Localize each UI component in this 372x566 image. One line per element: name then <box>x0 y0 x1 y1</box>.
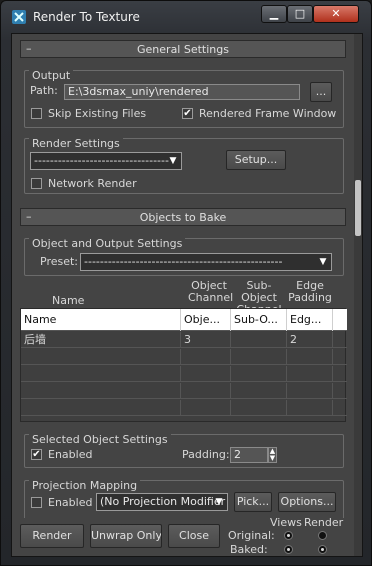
padding-label: Padding: <box>182 448 230 461</box>
row-edge-padding: 2 <box>287 332 333 348</box>
browse-path-button[interactable]: ... <box>310 82 332 102</box>
table-row-empty[interactable] <box>21 366 347 382</box>
unwrap-only-button[interactable]: Unwrap Only <box>90 524 162 548</box>
maximize-button[interactable]: □ <box>287 5 313 23</box>
path-label: Path: <box>30 84 58 97</box>
dropdown-value: (No Projection Modifier <box>100 495 226 508</box>
baked-views-radio[interactable] <box>284 545 293 554</box>
rendered-frame-window-label: Rendered Frame Window <box>199 107 337 120</box>
group-title: Selected Object Settings <box>29 433 171 446</box>
objects-to-bake-rollout-header[interactable]: – Objects to Bake <box>20 208 346 226</box>
title-bar[interactable]: Render To Texture ▁ □ ✕ <box>1 1 372 33</box>
general-settings-rollout-header[interactable]: – General Settings <box>20 40 346 58</box>
setup-button[interactable]: Setup... <box>226 150 286 170</box>
objects-list[interactable]: Name Obje... Sub-O... Edg... 后墙 3 2 <box>20 308 347 422</box>
table-row-empty[interactable] <box>21 349 347 365</box>
skip-existing-label: Skip Existing Files <box>48 107 147 120</box>
chevron-down-icon: ▼ <box>319 257 327 267</box>
list-header-object-channel[interactable]: Obje... <box>181 309 231 331</box>
list-header-sub-object-channel[interactable]: Sub-O... <box>231 309 287 331</box>
path-field[interactable]: E:\3dsmax_uniy\rendered <box>64 84 300 100</box>
projection-options-button[interactable]: Options... <box>278 492 336 512</box>
dialog-footer: Render Unwrap Only Close Views Render Or… <box>12 516 362 556</box>
table-row[interactable]: 后墙 3 2 <box>21 332 347 348</box>
group-title: Projection Mapping <box>29 479 141 492</box>
column-caption-edge-padding: Edge Padding <box>288 279 332 304</box>
list-header-row[interactable]: Name Obje... Sub-O... Edg... <box>21 309 347 331</box>
list-header-name[interactable]: Name <box>21 309 181 331</box>
selected-enabled-label: Enabled <box>48 448 93 461</box>
skip-existing-checkbox[interactable] <box>31 108 42 119</box>
table-row-empty[interactable] <box>21 400 347 416</box>
rollout-title: General Settings <box>137 43 229 56</box>
group-title: Output <box>29 69 74 82</box>
spinner-arrows-icon[interactable]: ▲ ▼ <box>268 447 277 463</box>
minimize-button[interactable]: ▁ <box>261 5 287 23</box>
app-icon <box>12 10 26 24</box>
padding-spinner-field[interactable]: 2 <box>230 447 268 463</box>
group-title: Render Settings <box>29 137 123 150</box>
views-column-label: Views <box>270 516 302 529</box>
dialog-window: Render To Texture ▁ □ ✕ – General Settin… <box>0 0 372 566</box>
projection-modifier-dropdown[interactable]: (No Projection Modifier ▼ <box>96 493 228 511</box>
pick-button[interactable]: Pick... <box>234 492 272 512</box>
column-caption-object-channel: Object Channel <box>188 279 234 304</box>
projection-enabled-checkbox[interactable] <box>31 497 42 508</box>
original-label: Original: <box>228 529 275 542</box>
row-sub-object-channel <box>231 332 287 348</box>
render-preset-dropdown[interactable]: ---------------------------------- ▼ <box>30 152 182 170</box>
preset-label: Preset: <box>40 255 79 268</box>
render-column-label: Render <box>304 516 344 529</box>
network-render-checkbox[interactable] <box>31 178 42 189</box>
column-caption-name: Name <box>52 294 85 307</box>
render-button[interactable]: Render <box>20 524 84 548</box>
rollout-title: Objects to Bake <box>139 211 227 224</box>
network-render-label: Network Render <box>48 177 137 190</box>
dropdown-value: ---------------------------------- <box>34 154 169 167</box>
table-row-empty[interactable] <box>21 383 347 399</box>
group-title: Object and Output Settings <box>29 237 186 250</box>
list-header-edge-padding[interactable]: Edg... <box>287 309 333 331</box>
close-button[interactable]: Close <box>168 524 220 548</box>
dialog-client: – General Settings Output Path: E:\3dsma… <box>11 33 363 557</box>
chevron-down-icon: ▼ <box>169 156 177 166</box>
row-name: 后墙 <box>21 332 181 348</box>
projection-enabled-label: Enabled <box>48 496 93 509</box>
rollout-scrollbar[interactable] <box>354 34 362 556</box>
rendered-frame-window-checkbox[interactable]: ✔ <box>182 108 193 119</box>
window-title: Render To Texture <box>33 10 140 24</box>
baked-label: Baked: <box>230 543 268 556</box>
original-views-radio[interactable] <box>284 531 293 540</box>
baked-render-radio[interactable] <box>318 545 327 554</box>
dropdown-value: ----------------------------------------… <box>84 255 283 268</box>
selected-enabled-checkbox[interactable]: ✔ <box>31 449 42 460</box>
bake-preset-dropdown[interactable]: ----------------------------------------… <box>80 253 332 271</box>
close-window-button[interactable]: ✕ <box>313 5 359 23</box>
row-object-channel: 3 <box>181 332 231 348</box>
original-render-radio[interactable] <box>318 531 327 540</box>
chevron-down-icon: ▼ <box>215 497 223 507</box>
scrollbar-thumb[interactable] <box>355 180 361 236</box>
